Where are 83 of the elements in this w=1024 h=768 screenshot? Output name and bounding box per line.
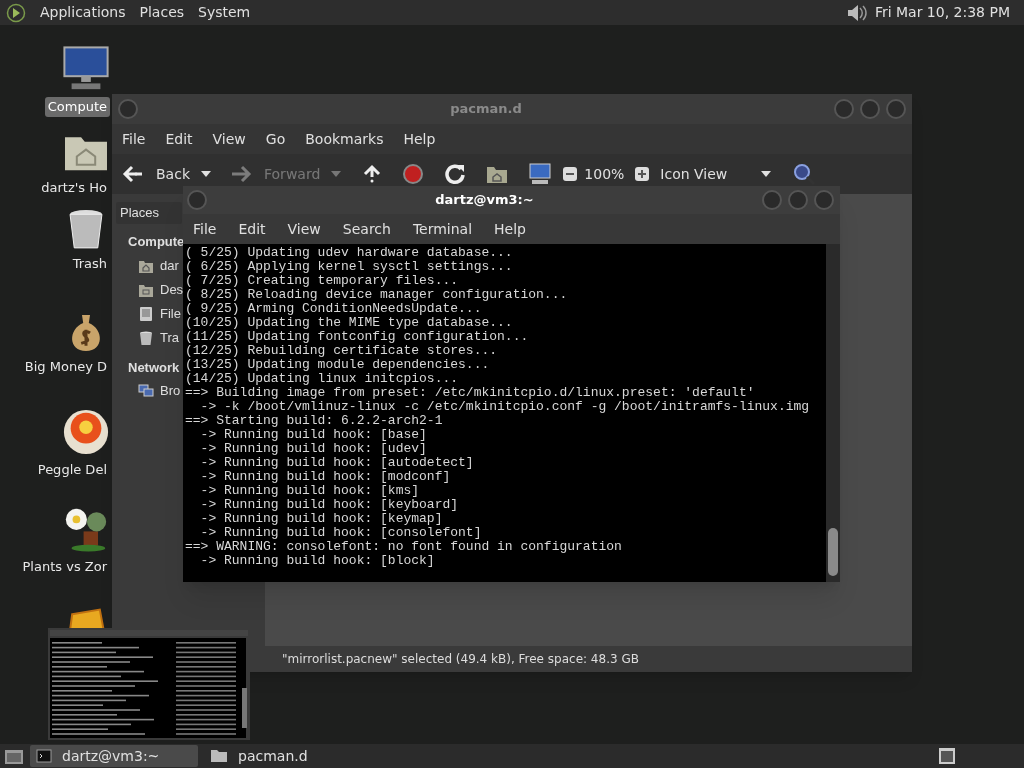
window-title: dartz@vm3:~: [434, 191, 535, 210]
zoom-in-icon[interactable]: [634, 166, 651, 182]
sidebar-item[interactable]: Bro: [138, 379, 181, 403]
terminal-line: ( 9/25) Arming ConditionNeedsUpdate...: [185, 302, 483, 316]
terminal-line: -> Running build hook: [consolefont]: [199, 526, 483, 540]
terminal-line: -> Running build hook: [base]: [199, 428, 428, 442]
sidebar-item[interactable]: Des: [138, 277, 184, 302]
zoom-level: 100%: [584, 164, 625, 184]
sidebar-item[interactable]: dar: [138, 253, 179, 278]
up-arrow-icon[interactable]: [362, 164, 383, 184]
menu-item[interactable]: Places: [139, 2, 185, 23]
terminal-line: (11/25) Updating fontconfig configuration...: [185, 330, 530, 344]
icon-label[interactable]: Trash: [69, 254, 110, 274]
workspace-icon[interactable]: [938, 747, 956, 765]
menu-item[interactable]: View: [212, 128, 246, 150]
home-folder-icon[interactable]: [486, 164, 509, 184]
trash-icon: [138, 329, 154, 346]
network-icon: [138, 383, 154, 399]
menu-item[interactable]: Terminal: [412, 218, 473, 240]
reload-icon[interactable]: [444, 163, 467, 185]
icon-label[interactable]: Compute: [44, 97, 110, 117]
sidebar-item[interactable]: Tra: [138, 325, 180, 350]
terminal-line: (13/25) Updating module dependencies...: [185, 358, 491, 372]
icon-label[interactable]: Peggle Del: [34, 460, 110, 480]
menu-item[interactable]: File: [193, 218, 217, 240]
ball-icon: [62, 408, 110, 456]
terminal-line: -> Running build hook: [kms]: [199, 484, 421, 498]
menu-item[interactable]: File: [122, 128, 146, 150]
menu-item[interactable]: Applications: [40, 2, 126, 23]
back-button[interactable]: Back: [122, 163, 190, 185]
view-dropdown[interactable]: Icon View: [660, 163, 773, 185]
icon-label[interactable]: Plants vs Zor: [19, 557, 110, 577]
menu-item[interactable]: Help: [403, 128, 436, 150]
show-desktop-icon[interactable]: [4, 747, 24, 765]
scrollbar-thumb[interactable]: [828, 528, 838, 576]
back-arrow-icon: [122, 165, 144, 183]
terminal-line: -> Running build hook: [keymap]: [199, 512, 444, 526]
terminal-line: -> Running build hook: [autodetect]: [199, 456, 475, 470]
terminal-line: (14/25) Updating linux initcpios...: [185, 372, 460, 386]
terminal-line: -> -k /boot/vmlinuz-linux -c /etc/mkinitcpio.conf -g /boot/initramfs-linux.img: [199, 400, 811, 414]
terminal-line: ( 6/25) Applying kernel sysctl settings...: [185, 260, 514, 274]
terminal-line: ( 5/25) Updating udev hardware database...: [185, 246, 514, 260]
menu-item[interactable]: View: [287, 218, 321, 240]
menu-item[interactable]: Bookmarks: [305, 128, 384, 150]
caret-icon[interactable]: [200, 170, 212, 178]
terminal-line: -> Running build hook: [block]: [199, 554, 436, 568]
terminal-line: -> Running build hook: [keyboard]: [199, 498, 460, 512]
terminal-line: -> Running build hook: [udev]: [199, 442, 428, 456]
window-title: pacman.d: [449, 100, 523, 119]
icon-label[interactable]: Big Money D: [21, 357, 110, 377]
section-header: Compute: [128, 233, 185, 251]
taskbar-button[interactable]: dartz@vm3:~: [30, 745, 198, 767]
terminal-icon: [36, 749, 52, 763]
forward-arrow-icon: [230, 165, 252, 183]
terminal-line: ==> WARNING: consolefont: no font found in configuration: [185, 540, 623, 554]
terminal-line: (10/25) Updating the MIME type database...: [185, 316, 514, 330]
clock[interactable]: Fri Mar 10, 2:38 PM: [874, 2, 1010, 23]
menu-item[interactable]: Edit: [238, 218, 266, 240]
menu-item[interactable]: Go: [265, 128, 286, 150]
stop-icon[interactable]: [402, 163, 425, 185]
terminal-line: (12/25) Rebuilding certificate stores...: [185, 344, 499, 358]
menu-item[interactable]: Edit: [165, 128, 193, 150]
terminal-line: ==> Building image from preset: /etc/mkinitcpio.d/linux.preset: 'default': [185, 386, 756, 400]
menu-item[interactable]: Search: [342, 218, 391, 240]
terminal-line: ==> Starting build: 6.2.2-arch2-1: [185, 414, 444, 428]
taskbar-button[interactable]: pacman.d: [204, 745, 372, 767]
scrollbar[interactable]: [826, 244, 840, 582]
zoom-out-icon[interactable]: [562, 166, 579, 182]
menu-item[interactable]: System: [198, 2, 251, 23]
menu-item[interactable]: Help: [494, 218, 526, 240]
icon-label[interactable]: dartz's Ho: [38, 178, 110, 198]
terminal-line: -> Running build hook: [modconf]: [199, 470, 452, 484]
terminal-line: ( 8/25) Reloading device manager configuration...: [185, 288, 569, 302]
computer-icon[interactable]: [528, 163, 553, 185]
terminal-line: ( 7/25) Creating temporary files...: [185, 274, 460, 288]
drive-icon: [138, 305, 154, 322]
section-header: Network: [128, 358, 180, 377]
logo-icon[interactable]: [6, 2, 26, 23]
places-dropdown[interactable]: Places: [116, 202, 182, 224]
folder-icon: [210, 749, 228, 763]
caret-icon: [760, 170, 773, 178]
sidebar-item[interactable]: File: [138, 301, 181, 326]
status-text: "mirrorlist.pacnew" selected (49.4 kB), Free space: 48.3 GB: [282, 651, 639, 668]
